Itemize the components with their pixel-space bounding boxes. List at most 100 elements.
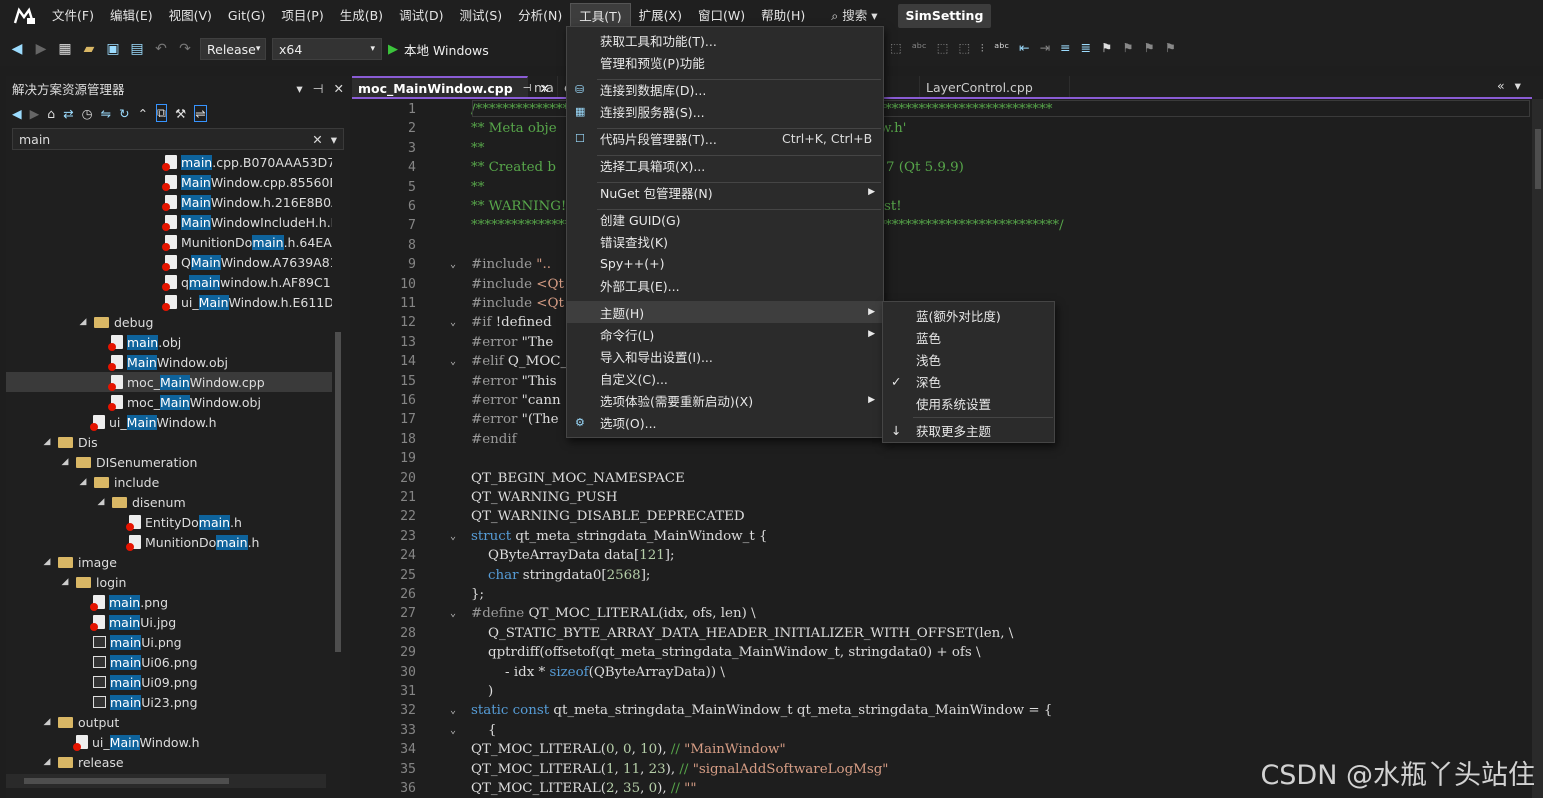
tree-file[interactable]: mainUi23.png	[6, 692, 332, 712]
sidebar-vertical-scrollbar[interactable]	[332, 152, 344, 772]
editor-tab[interactable]: ma	[528, 76, 558, 98]
expand-arrow-icon[interactable]: ◢	[94, 497, 108, 507]
fold-icon[interactable]: ⌄	[450, 705, 456, 716]
expand-arrow-icon[interactable]: ◢	[40, 717, 54, 727]
tree-file[interactable]: MunitionDomain.h.64EA6	[6, 232, 332, 252]
forward-icon[interactable]: ▶	[32, 40, 50, 58]
theme-option[interactable]: 蓝色	[883, 326, 1054, 348]
expand-arrow-icon[interactable]: ◢	[58, 577, 72, 587]
tree-file[interactable]: EntityDomain.h	[6, 512, 332, 532]
save-all-icon[interactable]: ▤	[128, 40, 146, 58]
fold-icon[interactable]: ⌄	[450, 356, 456, 367]
tree-folder[interactable]: ◢ debug	[6, 312, 332, 332]
tree-file[interactable]: ui_MainWindow.h.E611D8	[6, 292, 332, 312]
format2-icon[interactable]: ≣	[1081, 40, 1091, 55]
tree-file[interactable]: main.obj	[6, 332, 332, 352]
tree-file[interactable]: moc_MainWindow.obj	[6, 392, 332, 412]
switch-view-icon[interactable]: ⇄	[63, 106, 73, 121]
refresh-icon[interactable]: ↻	[119, 106, 129, 121]
fold-icon[interactable]: ⌄	[450, 317, 456, 328]
search-options-icon[interactable]: ▾	[331, 132, 337, 147]
tree-file[interactable]: QMainWindow.A7639A81	[6, 252, 332, 272]
expand-arrow-icon[interactable]: ◢	[58, 457, 72, 467]
format-icon[interactable]: ≡	[1060, 40, 1070, 55]
tree-folder[interactable]: ◢ image	[6, 552, 332, 572]
dropdown-icon[interactable]: ▾	[296, 81, 302, 96]
tools-menu-item[interactable]: NuGet 包管理器(N) ▶	[567, 181, 883, 203]
platform-dropdown[interactable]: x64 ▾	[272, 38, 382, 60]
tools-menu-item[interactable]: 错误查找(K)	[567, 230, 883, 252]
expand-arrow-icon[interactable]: ◢	[76, 317, 90, 327]
tools-menu-item[interactable]: Spy++(+)	[567, 252, 883, 274]
tree-file[interactable]: ui_MainWindow.h	[6, 732, 332, 752]
back-icon[interactable]: ◀	[12, 106, 22, 121]
run-button[interactable]: ▶ 本地 Windows	[388, 40, 489, 59]
expand-arrow-icon[interactable]: ◢	[40, 437, 54, 447]
bookmark-next-icon[interactable]: ⚑	[1144, 40, 1155, 55]
abc-icon[interactable]: ᵃᵇᶜ	[994, 40, 1009, 55]
tree-file[interactable]: MunitionDomain.h	[6, 532, 332, 552]
menu-1[interactable]: 编辑(E)	[102, 3, 161, 29]
properties-icon[interactable]: ⚒	[175, 106, 186, 121]
tree-folder[interactable]: ◢ Dis	[6, 432, 332, 452]
theme-option[interactable]: ↓ 获取更多主题	[883, 419, 1054, 441]
bookmark-prev-icon[interactable]: ⚑	[1122, 40, 1133, 55]
theme-option[interactable]: ✓ 深色	[883, 370, 1054, 392]
history-icon[interactable]: ◷	[82, 106, 93, 121]
tools-menu-item[interactable]: 选项体验(需要重新启动)(X) ▶	[567, 389, 883, 411]
code-editor[interactable]: 1/**************************************…	[352, 99, 1536, 798]
open-folder-icon[interactable]: ▰	[80, 40, 98, 58]
expand-arrow-icon[interactable]: ◢	[40, 757, 54, 767]
clear-search-icon[interactable]: ✕	[312, 132, 322, 147]
configuration-dropdown[interactable]: Release ▾	[200, 38, 266, 60]
theme-option[interactable]: 蓝(额外对比度)	[883, 304, 1054, 326]
menu-0[interactable]: 文件(F)	[44, 3, 102, 29]
comment-icon[interactable]: ⬚	[937, 40, 949, 55]
collapse-icon[interactable]: ⌃	[138, 106, 148, 121]
tree-folder[interactable]: ◢ release	[6, 752, 332, 772]
close-icon[interactable]: ✕	[334, 81, 344, 96]
tree-file[interactable]: mainUi09.png	[6, 672, 332, 692]
tree-folder[interactable]: ◢ output	[6, 712, 332, 732]
editor-vertical-scrollbar[interactable]	[1532, 99, 1543, 798]
tools-menu-item[interactable]: ⚙ 选项(O)...	[567, 411, 883, 433]
bookmark-toggle-icon[interactable]: ⚑	[1101, 40, 1112, 55]
tree-folder[interactable]: ◢ login	[6, 572, 332, 592]
editor-tab[interactable]: moc_MainWindow.cpp ⊣ ✕	[352, 76, 550, 98]
tools-menu-item[interactable]: 创建 GUID(G)	[567, 208, 883, 230]
tree-file[interactable]: mainUi.png	[6, 632, 332, 652]
fold-icon[interactable]: ⌄	[450, 725, 456, 736]
menu-3[interactable]: Git(G)	[220, 3, 274, 29]
back-icon[interactable]: ◀	[8, 40, 26, 58]
tools-menu-item[interactable]: ▦ 连接到服务器(S)...	[567, 100, 883, 122]
menu-2[interactable]: 视图(V)	[161, 3, 220, 29]
spell-icon[interactable]: ᵃᵇᶜ	[912, 40, 927, 55]
tools-menu-item[interactable]: ☐ 代码片段管理器(T)... Ctrl+K, Ctrl+B	[567, 127, 883, 149]
sidebar-horizontal-scrollbar[interactable]	[6, 774, 326, 788]
tools-menu-item[interactable]: 导入和导出设置(I)...	[567, 345, 883, 367]
tree-file[interactable]: ui_MainWindow.h	[6, 412, 332, 432]
dots-icon[interactable]: ⁝	[980, 40, 984, 55]
tools-menu-item[interactable]: 主题(H) ▶	[567, 301, 883, 323]
tree-file[interactable]: moc_MainWindow.cpp	[6, 372, 332, 392]
menu-8[interactable]: 分析(N)	[510, 3, 570, 29]
tree-file[interactable]: main.png	[6, 592, 332, 612]
vs-logo-icon[interactable]	[10, 5, 38, 27]
tools-menu-item[interactable]: 选择工具箱项(X)...	[567, 154, 883, 176]
tree-folder[interactable]: ◢ DISenumeration	[6, 452, 332, 472]
undo-icon[interactable]: ↶	[152, 40, 170, 58]
scroll-tabs-icon[interactable]: «	[1497, 78, 1505, 93]
menu-4[interactable]: 项目(P)	[273, 3, 331, 29]
fold-icon[interactable]: ⌄	[450, 259, 456, 270]
expand-arrow-icon[interactable]: ◢	[76, 477, 90, 487]
redo-icon[interactable]: ↷	[176, 40, 194, 58]
theme-option[interactable]: 浅色	[883, 348, 1054, 370]
home-icon[interactable]: ⌂	[47, 106, 55, 121]
tree-file[interactable]: mainUi06.png	[6, 652, 332, 672]
new-project-icon[interactable]: ▦	[56, 40, 74, 58]
save-icon[interactable]: ▣	[104, 40, 122, 58]
bookmark-clear-icon[interactable]: ⚑	[1165, 40, 1176, 55]
fold-icon[interactable]: ⌄	[450, 608, 456, 619]
menu-7[interactable]: 测试(S)	[451, 3, 510, 29]
outdent-icon[interactable]: ⇥	[1040, 40, 1050, 55]
